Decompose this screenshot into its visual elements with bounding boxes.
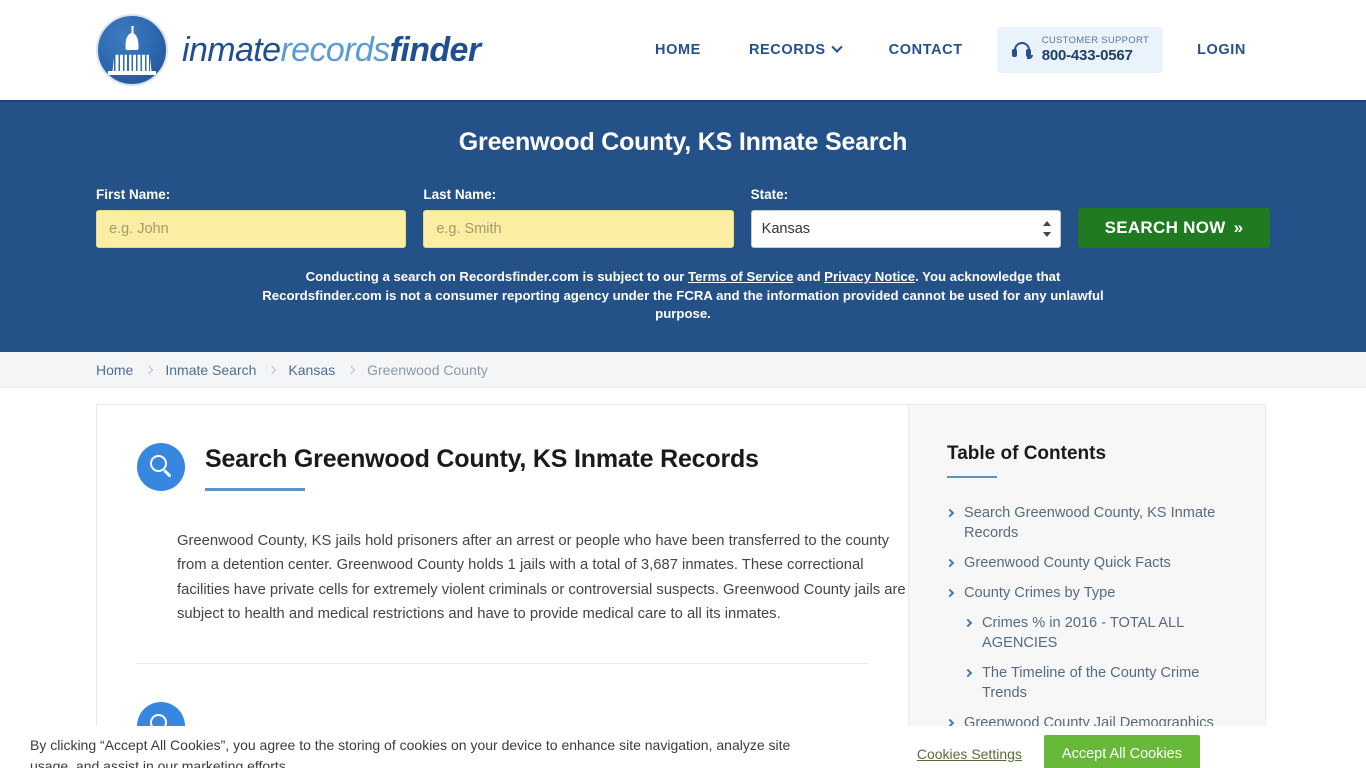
- nav-records-label: RECORDS: [748, 41, 826, 58]
- content-wrapper: Search Greenwood County, KS Inmate Recor…: [0, 404, 1366, 765]
- breadcrumb-item-inmate-search[interactable]: Inmate Search: [165, 362, 256, 378]
- site-header: inmaterecordsfinder HOME RECORDS CONTACT…: [0, 0, 1366, 100]
- support-phone[interactable]: 800-433-0567: [1042, 47, 1149, 64]
- cookie-consent-banner: By clicking “Accept All Cookies”, you ag…: [0, 726, 1366, 768]
- toc-link[interactable]: The Timeline of the County Crime Trends: [982, 664, 1235, 704]
- breadcrumb-item-current: Greenwood County: [367, 361, 488, 378]
- nav-home-label: HOME: [655, 41, 701, 58]
- section-title: Search Greenwood County, KS Inmate Recor…: [205, 445, 759, 473]
- logo-part-records: records: [280, 31, 390, 69]
- chevron-right-icon: [945, 508, 955, 518]
- state-label: State:: [750, 187, 789, 202]
- inmate-search-form: First Name: Last Name: State: Kansas SEA…: [96, 187, 1270, 248]
- toc-link[interactable]: Search Greenwood County, KS Inmate Recor…: [964, 504, 1235, 544]
- search-now-label: SEARCH NOW: [1104, 218, 1226, 237]
- logo-wordmark: inmaterecordsfinder: [182, 33, 481, 67]
- breadcrumb: Home Inmate Search Kansas Greenwood Coun…: [0, 352, 1366, 388]
- list-item[interactable]: Greenwood County Quick Facts: [945, 554, 1235, 574]
- state-select[interactable]: Kansas: [750, 210, 1061, 248]
- toc-underline: [947, 476, 997, 478]
- chevron-right-icon: [346, 365, 356, 374]
- last-name-field-group: Last Name:: [423, 187, 734, 248]
- terms-of-service-link[interactable]: Terms of Service: [688, 269, 793, 284]
- accept-all-cookies-button[interactable]: Accept All Cookies: [1043, 735, 1200, 768]
- table-of-contents-sidebar: Table of Contents Search Greenwood Count…: [908, 404, 1266, 765]
- nav-item-contact[interactable]: CONTACT: [865, 42, 987, 58]
- nav-item-login[interactable]: LOGIN: [1173, 42, 1270, 58]
- capitol-dome-icon: [96, 14, 168, 86]
- headset-icon: [1011, 39, 1033, 61]
- main-navigation: HOME RECORDS CONTACT CUSTOMER SUPPORT 80…: [631, 26, 1270, 74]
- toc-link[interactable]: Greenwood County Quick Facts: [964, 554, 1171, 574]
- search-icon: [137, 443, 185, 491]
- page-title: Greenwood County, KS Inmate Search: [458, 128, 908, 156]
- list-item[interactable]: The Timeline of the County Crime Trends: [947, 664, 1235, 704]
- logo-part-finder: finder: [389, 31, 481, 69]
- nav-contact-label: CONTACT: [888, 41, 963, 58]
- chevron-right-icon: [945, 588, 955, 598]
- first-name-input[interactable]: [96, 210, 407, 248]
- toc-title: Table of Contents: [947, 443, 1107, 464]
- chevron-right-icon: [145, 365, 154, 374]
- disclaimer-mid: and: [793, 269, 825, 284]
- chevron-right-icon: [963, 668, 973, 678]
- cookie-banner-text: By clicking “Accept All Cookies”, you ag…: [30, 737, 791, 768]
- search-now-button[interactable]: SEARCH NOW »: [1077, 208, 1270, 248]
- chevron-right-icon: [268, 365, 277, 374]
- toc-link[interactable]: County Crimes by Type: [964, 584, 1115, 604]
- cookie-banner-actions: Cookies Settings Accept All Cookies: [917, 735, 1200, 768]
- nav-login-label: LOGIN: [1197, 41, 1246, 58]
- list-item[interactable]: Crimes % in 2016 - TOTAL ALL AGENCIES: [947, 614, 1235, 654]
- list-item[interactable]: County Crimes by Type: [945, 584, 1235, 604]
- state-field-group: State: Kansas: [750, 187, 1061, 248]
- list-item[interactable]: Search Greenwood County, KS Inmate Recor…: [945, 504, 1235, 544]
- nav-item-records[interactable]: RECORDS: [725, 41, 865, 58]
- toc-link[interactable]: Crimes % in 2016 - TOTAL ALL AGENCIES: [982, 614, 1235, 654]
- toc-list: Search Greenwood County, KS Inmate Recor…: [945, 504, 1235, 734]
- cookies-settings-link[interactable]: Cookies Settings: [917, 746, 1022, 762]
- hero-search-band: Greenwood County, KS Inmate Search First…: [0, 100, 1366, 352]
- search-disclaimer: Conducting a search on Recordsfinder.com…: [261, 268, 1106, 324]
- search-records-section: Search Greenwood County, KS Inmate Recor…: [97, 405, 908, 664]
- section-paragraph: Greenwood County, KS jails hold prisoner…: [177, 533, 906, 623]
- site-logo[interactable]: inmaterecordsfinder: [96, 14, 481, 86]
- disclaimer-part-1: Conducting a search on Recordsfinder.com…: [305, 269, 689, 284]
- chevron-right-icon: [963, 618, 973, 628]
- page-root: inmaterecordsfinder HOME RECORDS CONTACT…: [0, 0, 1366, 768]
- double-chevron-right-icon: »: [1233, 218, 1244, 237]
- chevron-right-icon: [945, 558, 955, 568]
- privacy-notice-link[interactable]: Privacy Notice: [824, 269, 915, 284]
- title-underline: [205, 488, 305, 491]
- customer-support-box[interactable]: CUSTOMER SUPPORT 800-433-0567: [996, 26, 1164, 74]
- first-name-label: First Name:: [96, 187, 171, 202]
- nav-item-home[interactable]: HOME: [631, 42, 725, 58]
- last-name-input[interactable]: [423, 210, 734, 248]
- first-name-field-group: First Name:: [96, 187, 407, 248]
- logo-part-inmate: inmate: [182, 31, 281, 69]
- main-content-card: Search Greenwood County, KS Inmate Recor…: [96, 404, 908, 765]
- last-name-label: Last Name:: [423, 187, 497, 202]
- chevron-down-icon: [831, 41, 843, 53]
- breadcrumb-item-kansas[interactable]: Kansas: [288, 362, 335, 378]
- support-label: CUSTOMER SUPPORT: [1041, 34, 1150, 46]
- breadcrumb-item-home[interactable]: Home: [96, 362, 133, 378]
